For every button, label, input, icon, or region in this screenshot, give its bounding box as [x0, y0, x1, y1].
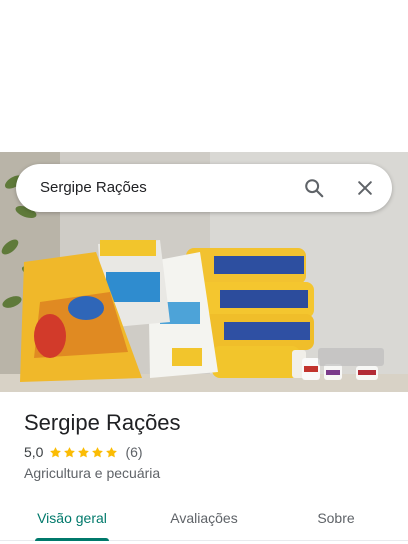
rating-row[interactable]: 5,0 (6) — [24, 444, 143, 460]
clear-search-button[interactable] — [349, 172, 381, 204]
star-icon — [106, 446, 118, 457]
search-input[interactable]: Sergipe Rações — [40, 164, 147, 212]
tab-about-label: Sobre — [317, 510, 355, 526]
star-rating — [49, 446, 119, 459]
rating-value: 5,0 — [24, 444, 44, 460]
search-button[interactable] — [298, 172, 330, 204]
tab-reviews-label: Avaliações — [170, 510, 238, 526]
place-tabs: Visão geral Avaliações Sobre — [0, 496, 408, 541]
tab-overview[interactable]: Visão geral — [24, 496, 120, 540]
star-icon — [50, 446, 62, 457]
place-category[interactable]: Agricultura e pecuária — [24, 465, 160, 481]
tab-overview-label: Visão geral — [37, 510, 107, 526]
star-icon — [64, 446, 76, 457]
search-icon — [305, 179, 324, 198]
tab-reviews[interactable]: Avaliações — [156, 496, 252, 540]
active-tab-indicator — [35, 538, 109, 541]
tab-about[interactable]: Sobre — [296, 496, 376, 540]
review-count[interactable]: (6) — [125, 444, 142, 460]
star-icon — [78, 446, 90, 457]
star-icon — [92, 446, 104, 457]
place-title: Sergipe Rações — [24, 410, 181, 435]
close-icon — [358, 181, 372, 195]
search-bar[interactable]: Sergipe Rações — [16, 164, 392, 212]
